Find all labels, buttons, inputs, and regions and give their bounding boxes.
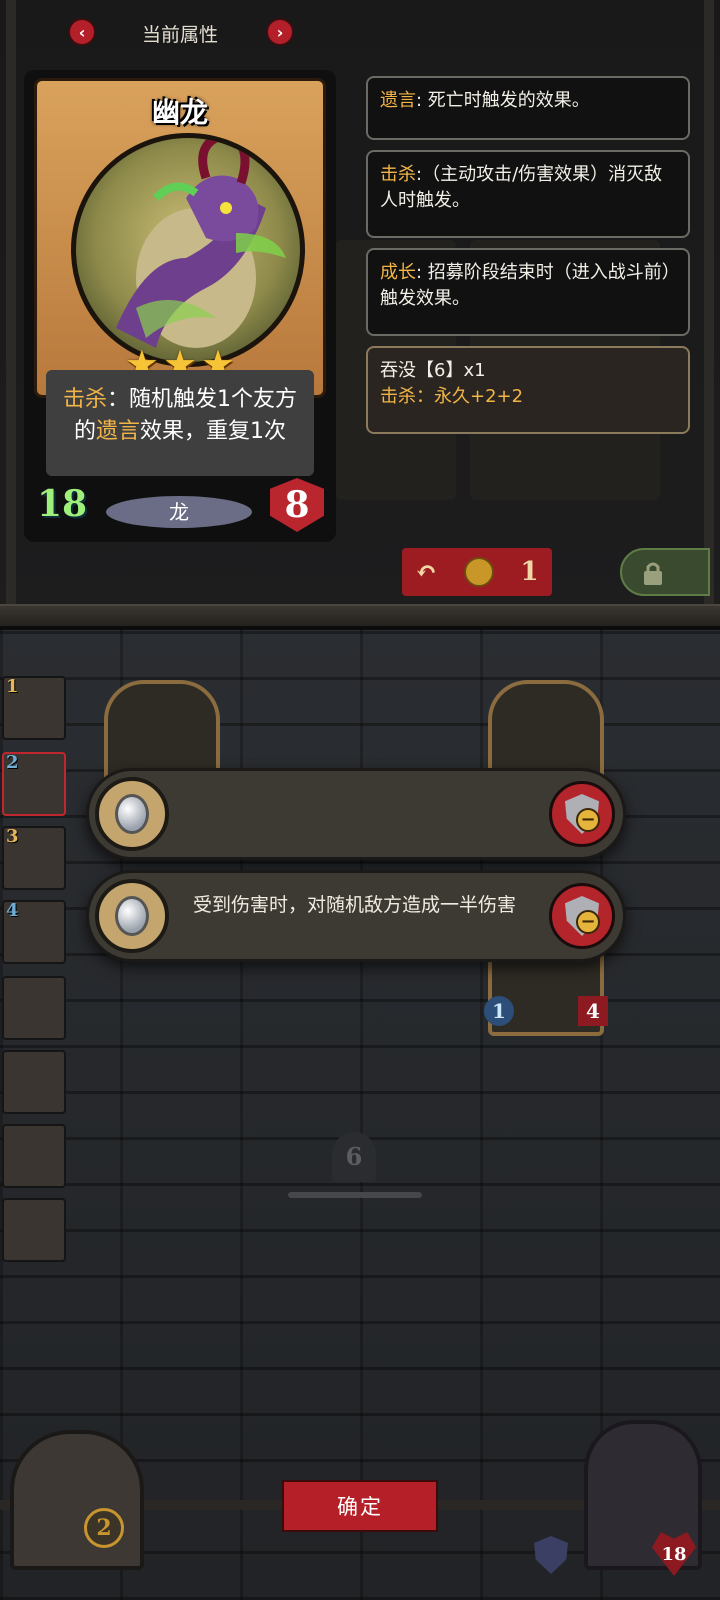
roster-slot[interactable]: 1 xyxy=(2,676,66,740)
ability-keyword-deathrattle: 遗言 xyxy=(96,419,141,444)
reroll-cost: 1 xyxy=(520,557,539,587)
buff-line-1: 吞没【6】x1 xyxy=(380,360,486,381)
roster-slot-number: 3 xyxy=(6,826,19,847)
keyword-tooltip-kill: 击杀:（主动攻击/伤害效果）消灭敌人时触发。 xyxy=(366,150,690,238)
buff-line-2: ：永久+2+2 xyxy=(416,386,524,407)
tooltip-keyword: 击杀 xyxy=(380,164,416,185)
buff-keyword: 击杀 xyxy=(380,386,416,407)
relic-description: 受到伤害时，对随机敌方造成一半伤害 xyxy=(193,894,517,916)
unit-card-detail: 幽龙 ★ ★ ★ 击杀：随机触发1个友方的遗言效果，重复1次 18 龙 8 xyxy=(24,70,336,542)
remove-relic-button[interactable]: − xyxy=(549,781,615,847)
mirror-relic-icon xyxy=(95,777,169,851)
tribe-label: 龙 xyxy=(106,496,252,528)
roster-slot-number: 4 xyxy=(6,900,19,921)
chevron-right-icon: › xyxy=(276,22,284,42)
panel-rail-left xyxy=(6,0,16,610)
minus-icon: − xyxy=(576,808,600,832)
gate-level-badge: 2 xyxy=(84,1508,124,1548)
panel-rail-right xyxy=(704,0,714,610)
card-name: 幽龙 xyxy=(151,96,208,129)
turn-bar xyxy=(288,1192,422,1198)
keyword-tooltip-growth: 成长: 招募阶段结束时（进入战斗前）触发效果。 xyxy=(366,248,690,336)
refresh-icon: ↶ xyxy=(415,557,438,587)
tooltip-keyword: 遗言 xyxy=(380,90,416,111)
roster-slot-number: 2 xyxy=(6,752,19,773)
ability-keyword-kill: 击杀 xyxy=(62,387,107,412)
tooltip-text: : 招募阶段结束时（进入战斗前）触发效果。 xyxy=(380,262,671,309)
roster-slot[interactable] xyxy=(2,1124,66,1188)
roster-slot[interactable]: 3 xyxy=(2,826,66,890)
unit-health: 4 xyxy=(578,996,608,1026)
confirm-button[interactable]: 确定 xyxy=(282,1480,438,1532)
panel-bottom-beam xyxy=(0,604,720,626)
roster-slot[interactable] xyxy=(2,1198,66,1262)
next-card-button[interactable]: › xyxy=(266,18,294,46)
turn-counter: 6 xyxy=(332,1132,376,1182)
minus-icon: − xyxy=(576,910,600,934)
dungeon-gate[interactable] xyxy=(10,1430,144,1570)
roster-slot[interactable]: 2 xyxy=(2,752,66,816)
relic-row-2: 受到伤害时，对随机敌方造成一半伤害 − xyxy=(86,870,626,962)
header-title: 当前属性 xyxy=(141,24,218,46)
coin-icon xyxy=(463,557,494,587)
health-stat: 8 xyxy=(270,478,324,532)
tooltip-text: :（主动攻击/伤害效果）消灭敌人时触发。 xyxy=(380,164,663,211)
mirror-relic-icon xyxy=(95,879,169,953)
ability-text-part2: 效果，重复1次 xyxy=(140,419,287,444)
reroll-button[interactable]: ↶ 1 xyxy=(402,548,552,596)
prev-card-button[interactable]: ‹ xyxy=(68,18,96,46)
remove-relic-button[interactable]: − xyxy=(549,883,615,949)
attack-stat: 18 xyxy=(36,483,88,525)
card-ability-text: 击杀：随机触发1个友方的遗言效果，重复1次 xyxy=(46,370,314,476)
relic-row-1: − xyxy=(86,768,626,860)
roster-slot-number: 1 xyxy=(6,676,19,697)
buff-tooltip: 吞没【6】x1 击杀：永久+2+2 xyxy=(366,346,690,434)
roster-slot[interactable] xyxy=(2,976,66,1040)
lock-icon xyxy=(644,562,662,585)
chevron-left-icon: ‹ xyxy=(78,22,86,42)
keyword-tooltip-deathrattle: 遗言: 死亡时触发的效果。 xyxy=(366,76,690,140)
tooltip-keyword: 成长 xyxy=(380,262,416,283)
tooltip-text: : 死亡时触发的效果。 xyxy=(416,90,590,111)
unit-attack: 1 xyxy=(484,996,514,1026)
roster-slot[interactable] xyxy=(2,1050,66,1114)
lock-shop-button[interactable] xyxy=(620,548,710,596)
roster-slot[interactable]: 4 xyxy=(2,900,66,964)
dragon-portrait xyxy=(71,133,305,367)
